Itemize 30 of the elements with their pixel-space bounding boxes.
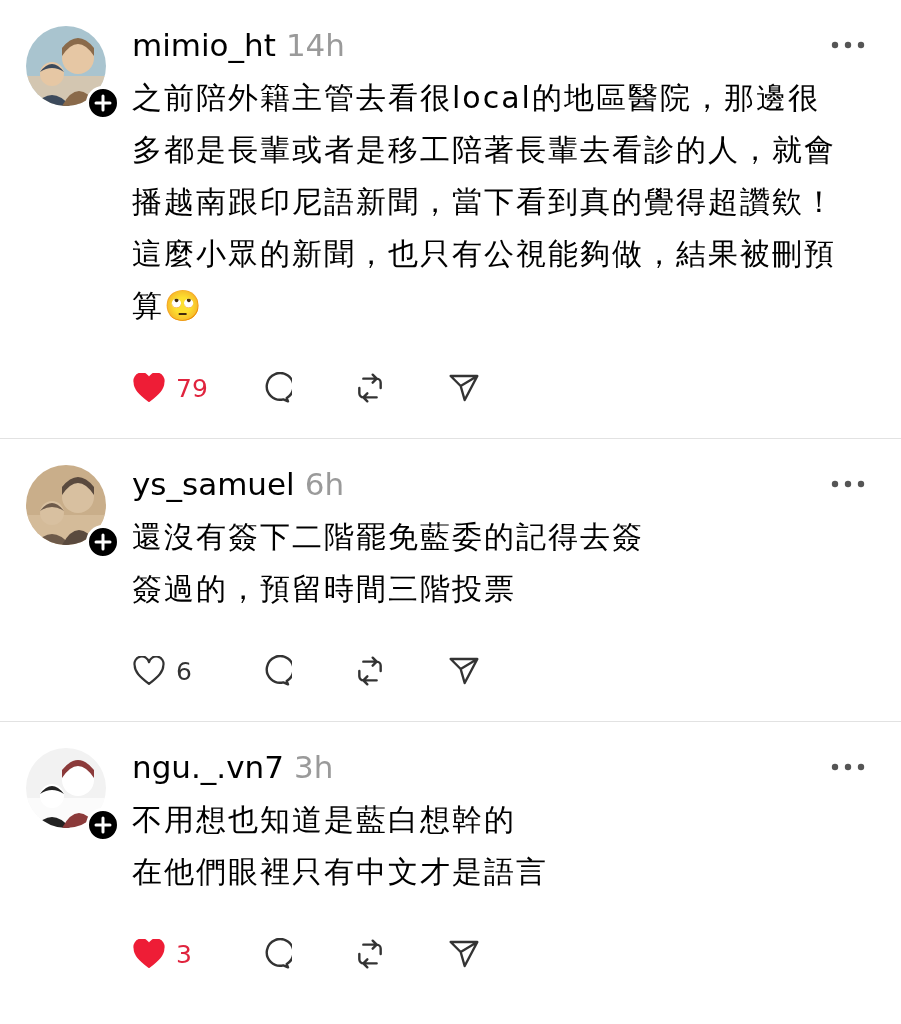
post-time: 3h [293, 749, 334, 785]
more-icon[interactable] [831, 763, 865, 771]
username[interactable]: mimio_ht [132, 27, 276, 63]
post-time: 14h [285, 27, 345, 63]
post-text: 還沒有簽下二階罷免藍委的記得去簽 [132, 518, 645, 556]
post-time: 6h [304, 466, 345, 502]
post-text: 在他們眼裡只有中文才是語言 [132, 853, 549, 891]
more-icon[interactable] [831, 480, 865, 488]
post-text: 播越南跟印尼語新聞，當下看到真的覺得超讚欸！ [132, 183, 837, 221]
post-text: 算🙄 [132, 287, 204, 325]
plus-icon [94, 816, 112, 834]
heart-icon [132, 373, 166, 403]
post-text: 多都是長輩或者是移工陪著長輩去看診的人，就會 [132, 131, 837, 169]
username[interactable]: ngu._.vn7 [132, 749, 284, 785]
more-icon[interactable] [831, 41, 865, 49]
post-text: 不用想也知道是藍白想幹的 [132, 801, 517, 839]
share-icon[interactable] [448, 372, 480, 404]
like-button[interactable]: 6 [132, 656, 260, 686]
share-icon[interactable] [448, 655, 480, 687]
heart-icon [132, 939, 166, 969]
like-button[interactable]: 3 [132, 939, 260, 969]
post-text: 簽過的，預留時間三階投票 [132, 570, 517, 608]
share-icon[interactable] [448, 938, 480, 970]
post-text: 這麼小眾的新聞，也只有公視能夠做，結果被刪預 [132, 235, 837, 273]
like-button[interactable]: 79 [132, 373, 260, 403]
heart-icon [132, 656, 166, 686]
username[interactable]: ys_samuel [132, 466, 295, 502]
plus-icon [94, 94, 112, 112]
post-text: 之前陪外籍主管去看很local的地區醫院，那邊很 [132, 79, 821, 117]
plus-icon [94, 533, 112, 551]
